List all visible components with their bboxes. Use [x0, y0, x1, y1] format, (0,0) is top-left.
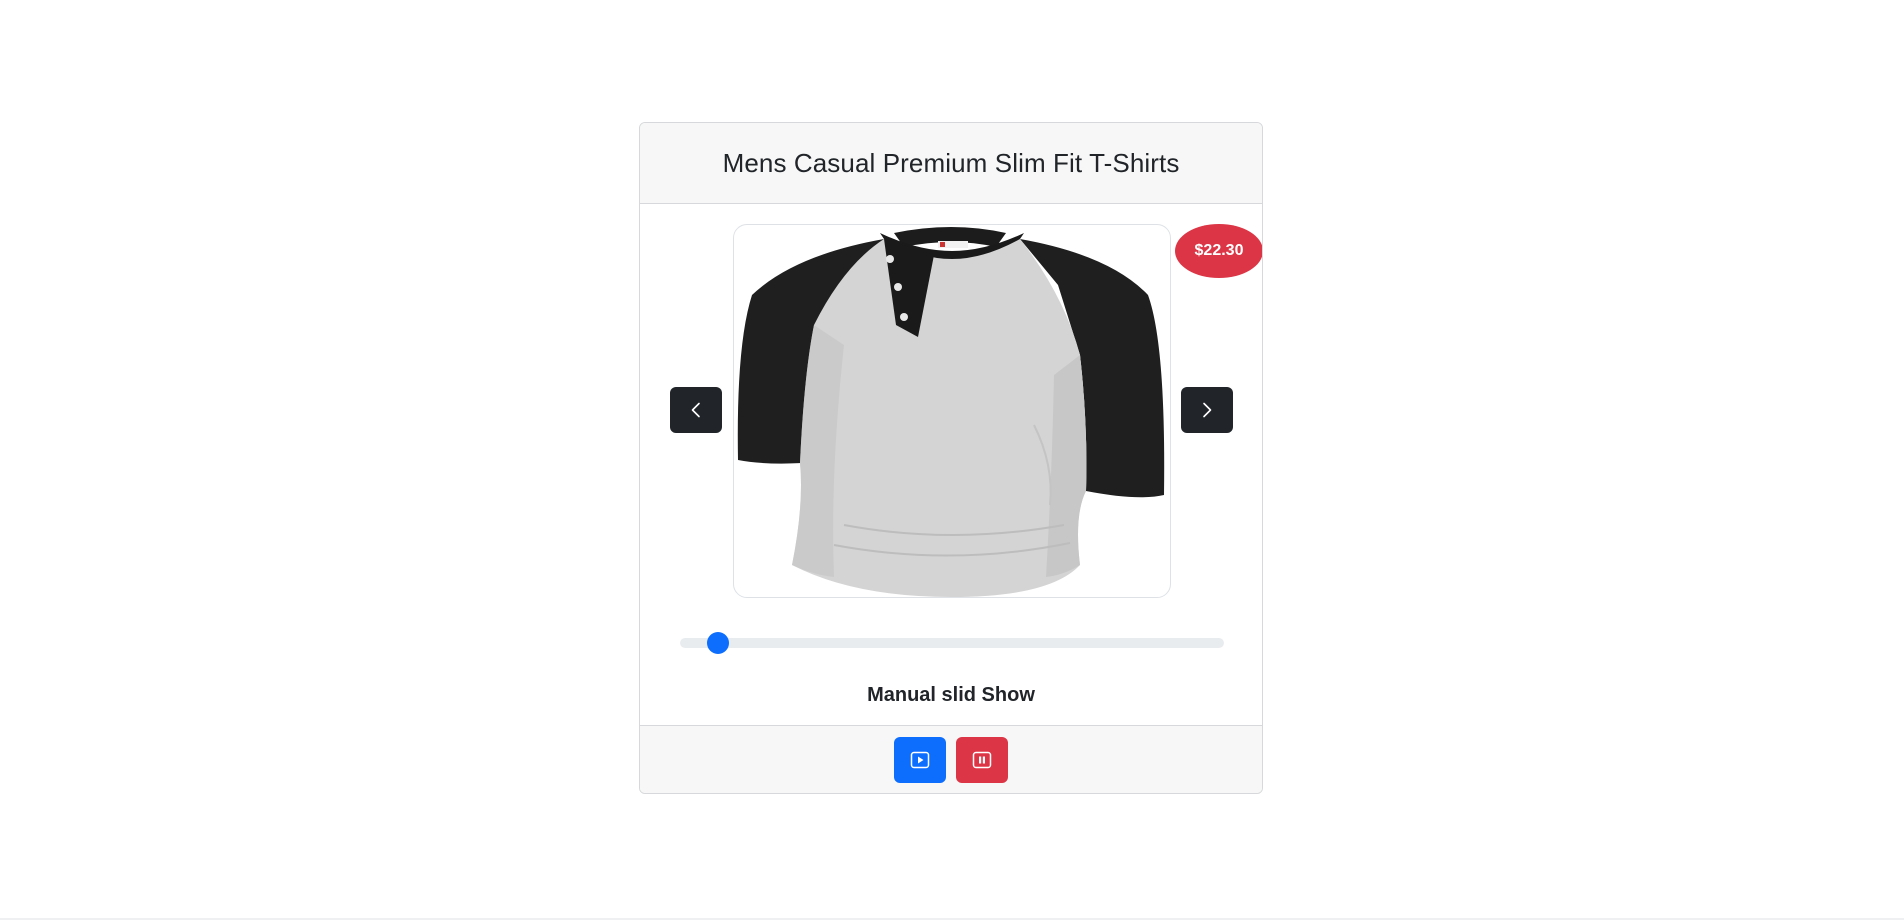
product-image: [733, 224, 1171, 598]
product-slideshow-card: Mens Casual Premium Slim Fit T-Shirts $2…: [639, 122, 1263, 794]
card-footer: [640, 725, 1262, 793]
price-badge: $22.30: [1175, 224, 1262, 278]
chevron-left-icon: [691, 402, 700, 418]
slider-track[interactable]: [680, 638, 1224, 648]
slider-thumb[interactable]: [707, 632, 730, 654]
pause-icon: [972, 751, 992, 768]
card-body: $22.30 Manual slid Show: [640, 204, 1262, 726]
play-icon: [910, 751, 930, 768]
product-title: Mens Casual Premium Slim Fit T-Shirts: [722, 147, 1180, 178]
tshirt-image: [737, 227, 1165, 597]
previous-slide-button[interactable]: [670, 387, 722, 433]
pause-button[interactable]: [956, 736, 1008, 783]
play-button[interactable]: [894, 736, 946, 783]
slide-position-slider[interactable]: [680, 632, 1224, 654]
card-header: Mens Casual Premium Slim Fit T-Shirts: [640, 123, 1262, 204]
chevron-right-icon: [1203, 402, 1212, 418]
next-slide-button[interactable]: [1181, 387, 1233, 433]
slideshow-mode-caption: Manual slid Show: [867, 684, 1035, 706]
